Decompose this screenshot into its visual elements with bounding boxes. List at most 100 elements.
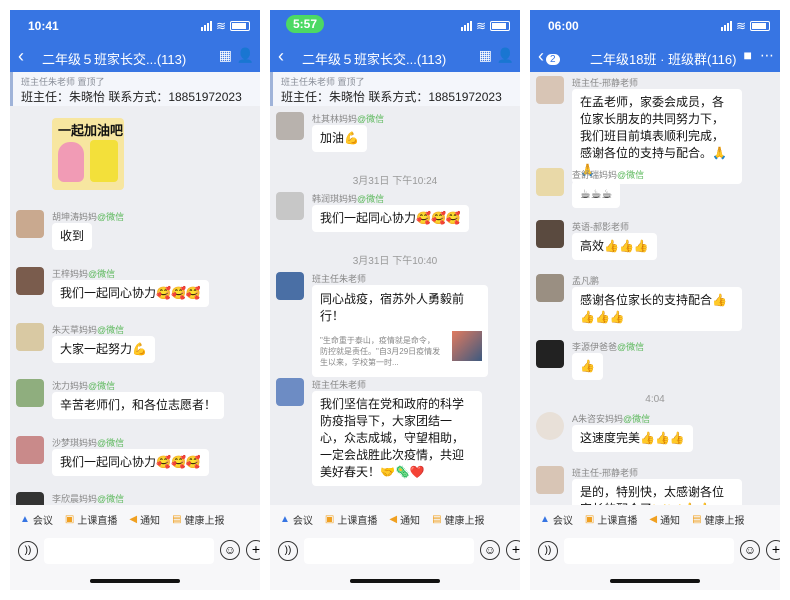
avatar[interactable] [536,340,564,368]
sender-name: 杜其林妈妈@微信 [312,114,385,124]
sender-name: 班主任朱老师 [312,380,367,390]
avatar[interactable] [276,112,304,140]
message-bubble[interactable]: 辛苦老师们，和各位志愿者！ [52,392,225,419]
unread-badge: 2 [546,54,560,65]
back-arrow-icon[interactable]: ‹ [18,46,24,67]
meeting-button[interactable]: ▲ 会议 [540,512,573,527]
avatar[interactable] [536,168,564,196]
quick-toolbar: ▲ 会议 ▣ 上课直播 ◀ 通知 ▤ 健康上报 [10,505,260,533]
battery-icon [750,21,770,31]
plus-icon[interactable]: + [506,540,520,560]
avatar[interactable] [536,76,564,104]
meeting-button[interactable]: ▲ 会议 [280,512,313,527]
article-card[interactable]: 同心战疫，宿苏外人勇毅前行！ "生命重于泰山，疫情就是命令，防控就是责任。"自3… [312,285,488,377]
avatar[interactable] [16,379,44,407]
contact-icon[interactable]: 👤 [497,47,514,64]
status-icons: ≋ [200,19,250,33]
emoji-icon[interactable]: ☺ [740,540,760,560]
chat-area: 杜其林妈妈@微信 加油💪 3月31日 下午10:24 韩润琪妈妈@微信 我们一起… [270,106,520,505]
sender-name: 朱天草妈妈@微信 [52,325,125,335]
message-input[interactable] [564,538,734,564]
avatar[interactable] [536,466,564,494]
emoji-icon[interactable]: ☺ [480,540,500,560]
pinned-by: 班主任朱老师 置顶了 [281,77,365,87]
quick-toolbar: ▲ 会议 ▣ 上课直播 ◀ 通知 ▤ 健康上报 [270,505,520,533]
message-bubble[interactable]: 我们一起同心协力🥰🥰🥰 [52,449,209,476]
sender-name: 王梓妈妈@微信 [52,269,116,279]
status-icons: ≋ [460,19,510,33]
avatar[interactable] [536,220,564,248]
message-bubble[interactable]: 高效👍👍👍 [572,233,657,260]
qr-code-icon[interactable]: ▦ [479,47,492,64]
avatar[interactable] [16,492,44,505]
avatar[interactable] [536,412,564,440]
notice-button[interactable]: ◀ 通知 [389,512,420,527]
live-class-button[interactable]: ▣ 上课直播 [65,512,117,527]
health-report-button[interactable]: ▤ 健康上报 [432,512,484,527]
phone-screen-1: 10:41 ≋ ‹ 二年级５班家长交...(113) ▦ 👤 班主任朱老师 置顶… [10,10,260,590]
voice-icon[interactable]: )) [538,541,558,561]
notice-button[interactable]: ◀ 通知 [129,512,160,527]
message-bubble[interactable]: 我们一起同心协力🥰🥰🥰 [52,280,209,307]
qr-code-icon[interactable]: ▦ [219,47,232,64]
health-report-button[interactable]: ▤ 健康上报 [172,512,224,527]
battery-icon [230,21,250,31]
voice-icon[interactable]: )) [18,541,38,561]
message-bubble[interactable]: 我们一起同心协力🥰🥰🥰 [312,205,469,232]
back-arrow-icon[interactable]: ‹ 2 [538,46,560,67]
pinned-message[interactable]: 班主任朱老师 置顶了 班主任：朱晓怡 联系方式：18851972023 [270,72,520,106]
clipboard-icon: ▤ [432,513,442,525]
contact-icon[interactable]: 👤 [237,47,254,64]
signal-icon [460,21,472,31]
plus-icon[interactable]: + [766,540,780,560]
live-class-button[interactable]: ▣ 上课直播 [325,512,377,527]
video-icon[interactable]: ■ [744,47,752,63]
message-bubble[interactable]: 这速度完美👍👍👍 [572,425,693,452]
avatar[interactable] [16,210,44,238]
status-bar: 5:57 ≋ [270,10,520,42]
health-report-button[interactable]: ▤ 健康上报 [692,512,744,527]
chat-header: ‹ 二年级５班家长交...(113) ▦ 👤 [270,42,520,72]
meeting-icon: ▲ [280,513,290,525]
timestamp: 3月31日 下午10:24 [352,176,438,187]
sticker-image[interactable]: 一起加油吧 [52,118,124,190]
avatar[interactable] [276,272,304,300]
avatar[interactable] [16,323,44,351]
avatar[interactable] [16,436,44,464]
message-bubble[interactable]: 👍 [572,353,603,380]
home-indicator [10,570,260,590]
megaphone-icon: ◀ [649,513,658,525]
plus-icon[interactable]: + [246,540,260,560]
avatar[interactable] [276,378,304,406]
avatar[interactable] [276,192,304,220]
sender-name: 李欣晨妈妈@微信 [52,494,125,504]
sender-name: 韩润琪妈妈@微信 [312,194,385,204]
clipboard-icon: ▤ [692,513,702,525]
status-time: 5:57 [286,15,325,33]
voice-icon[interactable]: )) [278,541,298,561]
message-bubble[interactable]: 大家一起努力💪 [52,336,155,363]
message-input[interactable] [44,538,214,564]
message-bubble[interactable]: 是的，特别快，太感谢各位家长的配合了🤝🤝👍👍 [572,479,742,505]
notice-button[interactable]: ◀ 通知 [649,512,680,527]
live-class-button[interactable]: ▣ 上课直播 [585,512,637,527]
message-bubble[interactable]: 我们坚信在党和政府的科学防疫指导下，大家团结一心，众志成城，守望相助，一定会战胜… [312,391,482,486]
meeting-button[interactable]: ▲ 会议 [20,512,53,527]
home-indicator [530,570,780,590]
message-bubble[interactable]: 收到 [52,223,93,250]
pinned-message[interactable]: 班主任朱老师 置顶了 班主任：朱晓怡 联系方式：18851972023 [10,72,260,106]
avatar[interactable] [536,274,564,302]
back-arrow-icon[interactable]: ‹ [278,46,284,67]
article-title: 同心战疫，宿苏外人勇毅前行！ [320,292,465,323]
emoji-icon[interactable]: ☺ [220,540,240,560]
message-input[interactable] [304,538,474,564]
avatar[interactable] [16,267,44,295]
pinned-text: 班主任：朱晓怡 联系方式：18851972023 [281,90,502,104]
message-bubble[interactable]: ☕☕☕ [572,181,621,208]
live-icon: ▣ [324,513,335,525]
message-bubble[interactable]: 加油💪 [312,125,367,152]
meeting-icon: ▲ [20,513,30,525]
message-bubble[interactable]: 感谢各位家长的支持配合👍👍👍👍 [572,287,742,331]
megaphone-icon: ◀ [129,513,138,525]
more-icon[interactable]: ⋯ [760,47,774,64]
